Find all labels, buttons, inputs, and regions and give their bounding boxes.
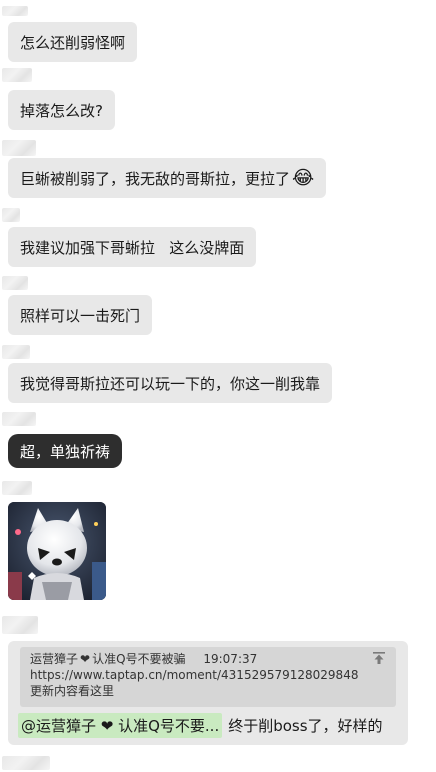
white-dog-mascot-icon (8, 502, 106, 600)
blurred-avatar (2, 140, 36, 156)
blurred-avatar (2, 208, 20, 222)
blurred-avatar (2, 412, 36, 426)
quote-body: 更新内容看这里 (30, 684, 115, 698)
blurred-avatar (2, 616, 38, 634)
message-bubble[interactable]: 怎么还削弱怪啊 (8, 22, 138, 62)
message-bubble[interactable]: 我觉得哥斯拉还可以玩一下的，你这一削我靠 (8, 363, 333, 403)
message-text: 怎么还削弱怪啊 (20, 33, 126, 52)
mention-tag[interactable]: @运营獐子 ❤ 认准Q号不要... (18, 712, 223, 738)
message-text: 巨蜥被削弱了，我无敌的哥斯拉，更拉了 (20, 169, 291, 188)
message-bubble[interactable]: 我建议加强下哥蜥拉 这么没牌面 (8, 227, 257, 267)
blurred-avatar (2, 6, 28, 16)
quote-time: 19:07:37 (203, 652, 258, 666)
sticker-image[interactable] (8, 502, 106, 600)
pin-icon[interactable] (372, 651, 386, 669)
crying-laughing-emoji-icon: 😂 (292, 167, 315, 189)
blurred-avatar (2, 276, 28, 290)
reply-text: 终于削boss了，好样的 (228, 716, 383, 735)
blurred-avatar (2, 68, 32, 82)
quote-url[interactable]: https://www.taptap.cn/moment/43152957912… (30, 667, 388, 683)
blurred-avatar (2, 345, 30, 359)
message-text: 掉落怎么改? (20, 101, 103, 120)
reply-message-bubble[interactable]: 运营獐子 ❤ 认准Q号不要被骗 19:07:37 https://www.tapta… (8, 641, 408, 745)
blurred-avatar (2, 756, 50, 770)
message-text: 我建议加强下哥蜥拉 这么没牌面 (20, 238, 245, 257)
message-bubble[interactable]: 超，单独祈祷 (8, 434, 123, 468)
quoted-message[interactable]: 运营獐子 ❤ 认准Q号不要被骗 19:07:37 https://www.tapta… (20, 647, 396, 707)
message-text: 照样可以一击死门 (20, 306, 141, 325)
heart-icon: ❤ (80, 652, 91, 666)
quote-author-suffix: 认准Q号不要被骗 (92, 652, 186, 666)
message-bubble[interactable]: 照样可以一击死门 (8, 295, 153, 335)
quote-header: 运营獐子 ❤ 认准Q号不要被骗 19:07:37 (30, 651, 388, 667)
message-bubble[interactable]: 巨蜥被削弱了，我无敌的哥斯拉，更拉了 😂 (8, 158, 327, 198)
message-text: 我觉得哥斯拉还可以玩一下的，你这一削我靠 (20, 374, 321, 393)
reply-content: @运营獐子 ❤ 认准Q号不要... 终于削boss了，好样的 (18, 712, 383, 738)
blurred-avatar (2, 481, 32, 495)
quote-author: 运营獐子 (30, 652, 79, 666)
message-bubble[interactable]: 掉落怎么改? (8, 90, 115, 130)
message-text: 超，单独祈祷 (20, 442, 111, 461)
